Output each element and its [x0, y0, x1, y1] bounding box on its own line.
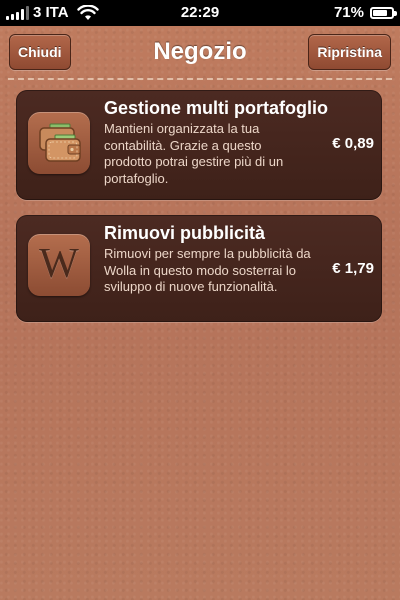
- battery-icon: [370, 6, 397, 19]
- navigation-bar: Chiudi Negozio Ripristina: [0, 26, 400, 84]
- battery-level-fill: [373, 9, 388, 16]
- product-title: Gestione multi portafoglio: [104, 98, 328, 118]
- signal-icon: [6, 5, 29, 20]
- product-description: Mantieni organizzata la tua contabilità.…: [104, 121, 284, 186]
- product-price: € 1,79: [332, 260, 374, 277]
- restore-purchases-button[interactable]: Ripristina: [308, 34, 391, 70]
- status-bar: 3 ITA 22:29 71%: [0, 0, 400, 26]
- wallets-icon: [28, 112, 90, 174]
- status-right: 71%: [333, 4, 397, 21]
- stitch-divider: [8, 78, 392, 80]
- product-price: € 0,89: [332, 135, 374, 152]
- wifi-icon: [76, 4, 99, 20]
- wolla-logo-icon: W: [28, 234, 90, 296]
- product-card-multi-wallet[interactable]: Gestione multi portafoglio Mantieni orga…: [16, 90, 382, 200]
- carrier-label: 3 ITA: [33, 4, 69, 21]
- battery-percent: 71%: [333, 4, 364, 21]
- product-title: Rimuovi pubblicità: [104, 223, 266, 243]
- status-left: 3 ITA: [6, 4, 99, 21]
- product-description: Rimuovi per sempre la pubblicità da Woll…: [104, 246, 311, 294]
- product-card-remove-ads[interactable]: W Rimuovi pubblicità Rimuovi per sempre …: [16, 215, 382, 322]
